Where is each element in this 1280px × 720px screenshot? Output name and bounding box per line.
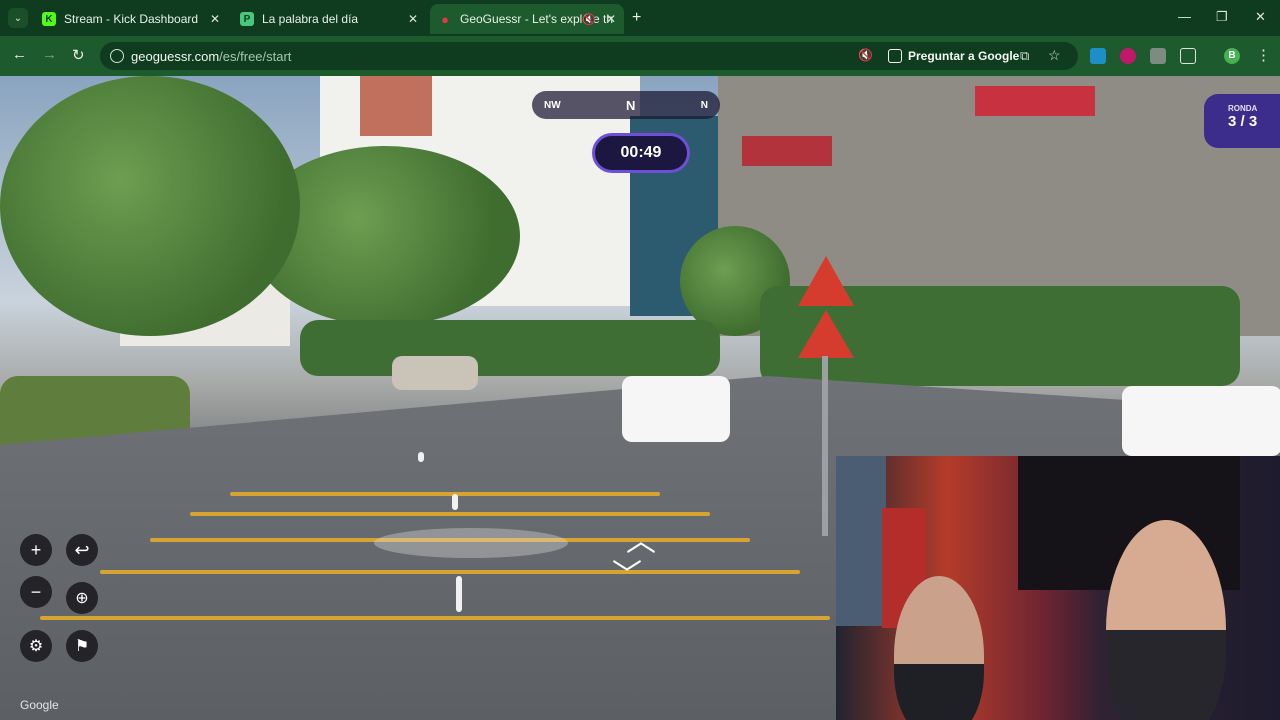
address-bar[interactable]: geoguessr.com/es/free/start 🔇 Preguntar …	[100, 42, 1078, 70]
lane-dash	[456, 576, 462, 612]
google-attribution: Google	[20, 698, 59, 712]
forward-arrow-icon[interactable]: ︿	[606, 527, 676, 557]
zoom-in-button[interactable]: +	[20, 534, 52, 566]
maximize-button[interactable]: ❐	[1216, 9, 1228, 25]
tab-title: La palabra del día	[262, 12, 359, 26]
bookmark-star-icon[interactable]: ☆	[1048, 47, 1061, 64]
new-tab-button[interactable]: +	[632, 9, 641, 27]
window-blind	[836, 456, 886, 626]
pedestrian-crossing-sign	[798, 256, 854, 306]
pin-icon: ●	[441, 11, 449, 27]
person-left	[894, 576, 984, 720]
return-to-start-icon[interactable]: ⊕	[66, 582, 98, 614]
tab-search-button[interactable]: ⌄	[8, 8, 28, 28]
lane-dash	[418, 452, 424, 462]
road-marking	[230, 492, 660, 496]
road-marking	[190, 512, 710, 516]
tree	[0, 76, 300, 336]
kick-icon: K	[42, 12, 56, 26]
site-info-icon[interactable]	[110, 49, 124, 63]
tab-palabra-del-dia[interactable]: P La palabra del día ✕	[232, 4, 426, 34]
webcam-overlay	[836, 456, 1280, 720]
road-marking	[100, 570, 800, 574]
road-marking	[40, 616, 830, 620]
reload-button[interactable]: ↻	[72, 46, 85, 64]
tab-geoguessr[interactable]: ● GeoGuessr - Let's explore th 🔇 ✕	[430, 4, 624, 34]
round-counter: RONDA 3 / 3	[1204, 94, 1280, 148]
extension-icon[interactable]	[1090, 48, 1106, 64]
speed-bump-sign	[798, 310, 854, 358]
close-icon[interactable]: ✕	[210, 12, 220, 26]
round-timer: 00:49	[592, 133, 690, 173]
muted-icon[interactable]: 🔇	[582, 13, 596, 26]
movement-ring[interactable]	[374, 528, 568, 558]
close-window-button[interactable]: ✕	[1255, 9, 1266, 25]
extension-icon[interactable]	[1120, 48, 1136, 64]
minimize-button[interactable]: —	[1178, 9, 1191, 24]
flag-icon[interactable]: ⚑	[66, 630, 98, 662]
tab-kick-dashboard[interactable]: K Stream - Kick Dashboard ✕	[34, 4, 228, 34]
round-label: RONDA	[1228, 104, 1258, 113]
extensions-puzzle-icon[interactable]	[1180, 48, 1196, 64]
tab-title: Stream - Kick Dashboard	[64, 12, 199, 26]
round-value: 3 / 3	[1228, 113, 1258, 130]
install-icon[interactable]: ⧉	[1020, 48, 1029, 64]
back-button[interactable]: ←	[12, 46, 27, 63]
backward-arrow-icon[interactable]: ﹀	[592, 561, 662, 591]
browser-toolbar: ← → ↻ geoguessr.com/es/free/start 🔇 Preg…	[0, 36, 1280, 76]
tab-strip: ⌄ K Stream - Kick Dashboard ✕ P La palab…	[0, 0, 1280, 36]
parked-car	[392, 356, 478, 390]
white-van	[1122, 386, 1280, 456]
settings-gear-icon[interactable]: ⚙	[20, 630, 52, 662]
url-text: geoguessr.com/es/free/start	[131, 49, 292, 64]
undo-move-icon[interactable]: ↩	[66, 534, 98, 566]
forward-button[interactable]: →	[42, 46, 57, 63]
sign-pole	[822, 356, 828, 536]
zoom-out-button[interactable]: −	[20, 576, 52, 608]
media-muted-icon[interactable]: 🔇	[858, 48, 873, 62]
google-lens-icon	[888, 49, 902, 63]
hotel-sign	[742, 136, 832, 166]
menu-kebab-icon[interactable]: ⋮	[1256, 46, 1271, 64]
compass: NW N N	[532, 91, 720, 119]
building-facade	[360, 76, 432, 136]
profile-avatar[interactable]: B	[1224, 48, 1240, 64]
arabic-sign	[975, 86, 1095, 116]
extension-icon[interactable]	[1150, 48, 1166, 64]
ask-google-button[interactable]: Preguntar a Google	[888, 47, 1019, 65]
close-icon[interactable]: ✕	[408, 12, 418, 26]
white-car	[622, 376, 730, 442]
close-icon[interactable]: ✕	[606, 12, 616, 26]
p-icon: P	[240, 12, 254, 26]
hedge	[300, 320, 720, 376]
lane-dash	[452, 494, 458, 510]
